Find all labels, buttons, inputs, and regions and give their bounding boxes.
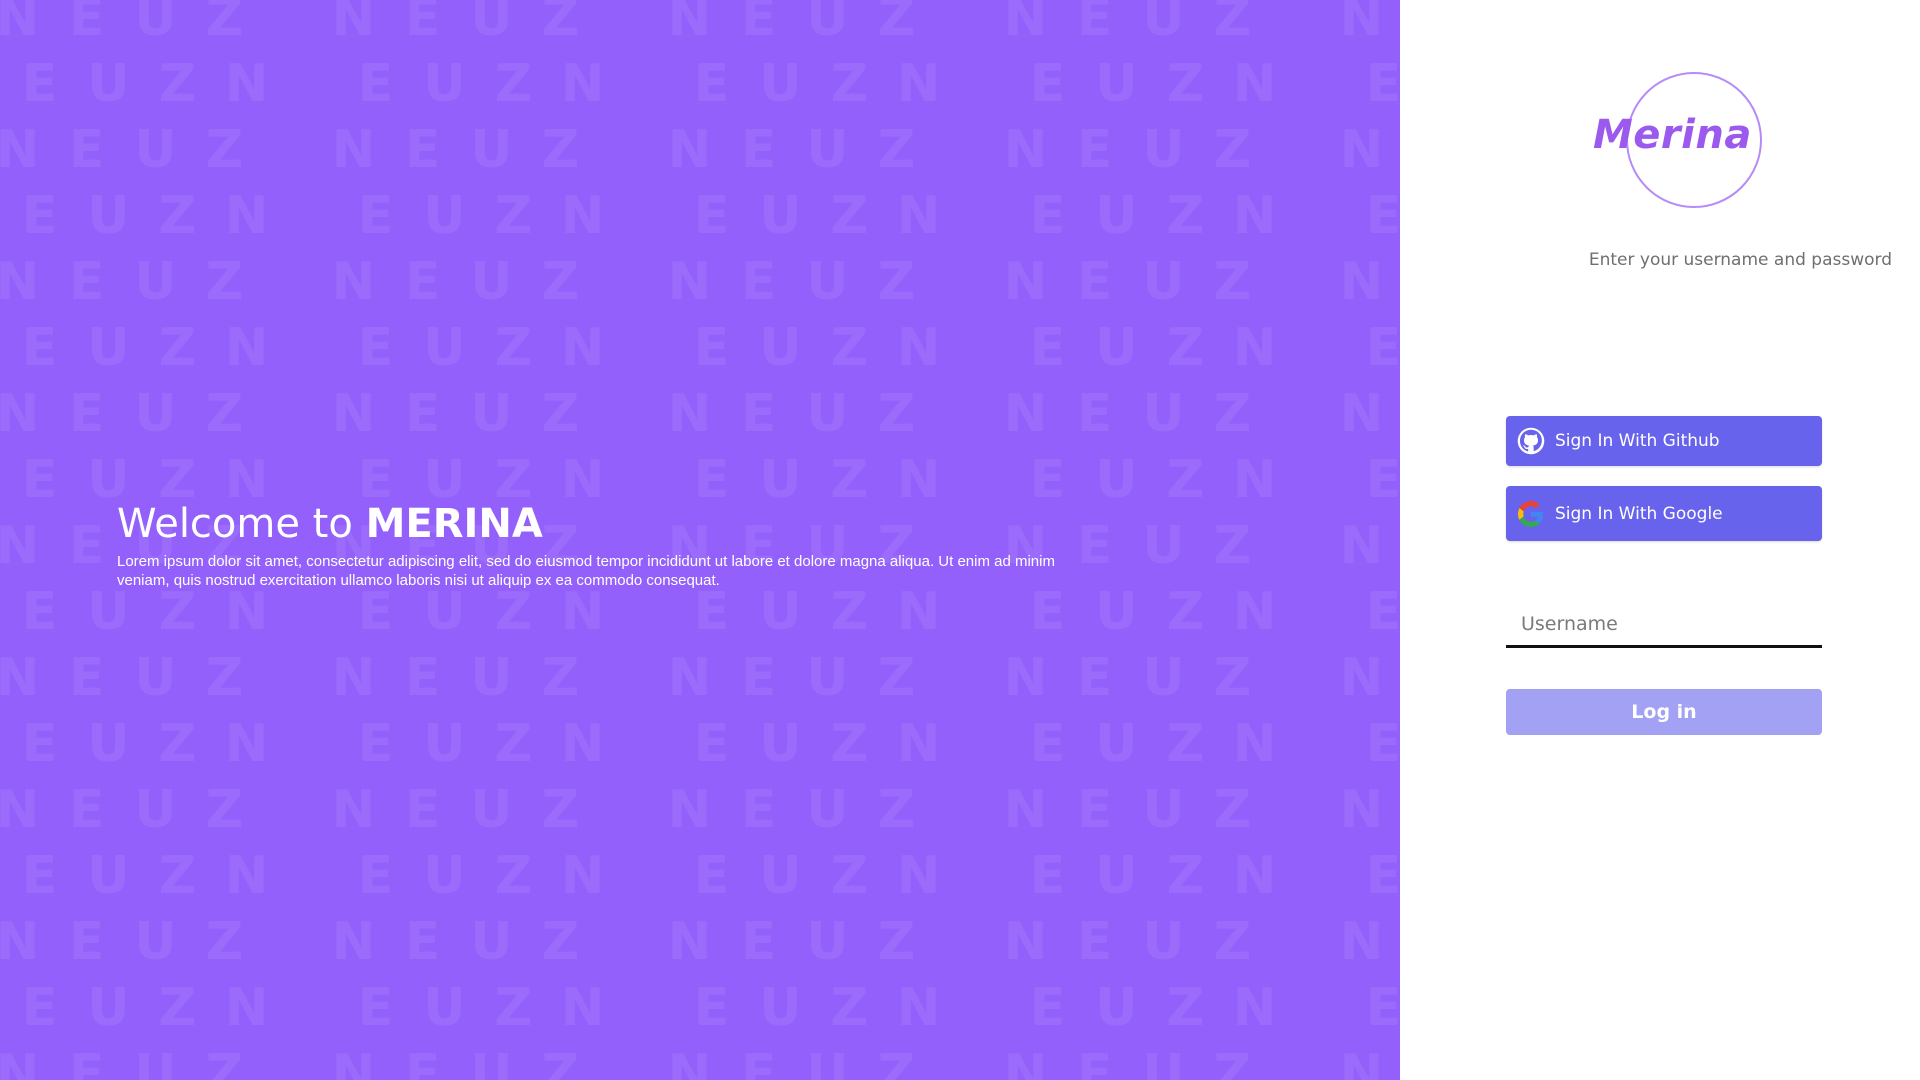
pattern-row: EUZNEUZNEUZNEUZNEUZNEUZNEUZN [21,846,1400,906]
pattern-row: NEUZNEUZNEUZNEUZNEUZNEUZNEUZ [0,0,1384,48]
login-page: NEUZNEUZNEUZNEUZNEUZNEUZNEUZEUZNEUZNEUZN… [0,0,1920,1080]
username-input[interactable] [1506,606,1822,642]
pattern-row: NEUZNEUZNEUZNEUZNEUZNEUZNEUZ [0,120,1384,180]
welcome-hero-panel: NEUZNEUZNEUZNEUZNEUZNEUZNEUZEUZNEUZNEUZN… [0,0,1400,1080]
google-button-label: Sign In With Google [1555,503,1723,524]
pattern-row: EUZNEUZNEUZNEUZNEUZNEUZNEUZN [21,54,1400,114]
welcome-prefix: Welcome to [117,501,366,547]
pattern-row: EUZNEUZNEUZNEUZNEUZNEUZNEUZN [21,714,1400,774]
pattern-row: EUZNEUZNEUZNEUZNEUZNEUZNEUZN [21,978,1400,1038]
pattern-row: NEUZNEUZNEUZNEUZNEUZNEUZNEUZ [0,780,1384,840]
pattern-row: NEUZNEUZNEUZNEUZNEUZNEUZNEUZ [0,252,1384,312]
pattern-row: EUZNEUZNEUZNEUZNEUZNEUZNEUZN [21,186,1400,246]
pattern-row: NEUZNEUZNEUZNEUZNEUZNEUZNEUZ [0,912,1384,972]
google-icon [1517,500,1545,528]
username-field-wrapper [1506,606,1822,648]
pattern-row: EUZNEUZNEUZNEUZNEUZNEUZNEUZN [21,318,1400,378]
github-sign-in-button[interactable]: Sign In With Github [1506,416,1822,466]
sign-in-panel: Merina Enter your username and password … [1400,0,1920,1080]
github-icon [1517,427,1545,455]
pattern-row: NEUZNEUZNEUZNEUZNEUZNEUZNEUZ [0,1044,1384,1080]
welcome-brand: MERINA [365,501,543,547]
welcome-block: Welcome to MERINA Lorem ipsum dolor sit … [117,498,1117,590]
instruction-text: Enter your username and password [1588,250,1892,270]
github-button-label: Sign In With Github [1555,431,1720,451]
google-sign-in-button[interactable]: Sign In With Google [1506,486,1822,541]
login-button[interactable]: Log in [1506,689,1822,735]
pattern-row: NEUZNEUZNEUZNEUZNEUZNEUZNEUZ [0,384,1384,444]
welcome-heading: Welcome to MERINA [117,498,1117,550]
welcome-description: Lorem ipsum dolor sit amet, consectetur … [117,553,1055,589]
pattern-row: NEUZNEUZNEUZNEUZNEUZNEUZNEUZ [0,648,1384,708]
pattern-row: EUZNEUZNEUZNEUZNEUZNEUZNEUZN [21,582,1400,642]
logo-text: Merina [1593,112,1752,158]
